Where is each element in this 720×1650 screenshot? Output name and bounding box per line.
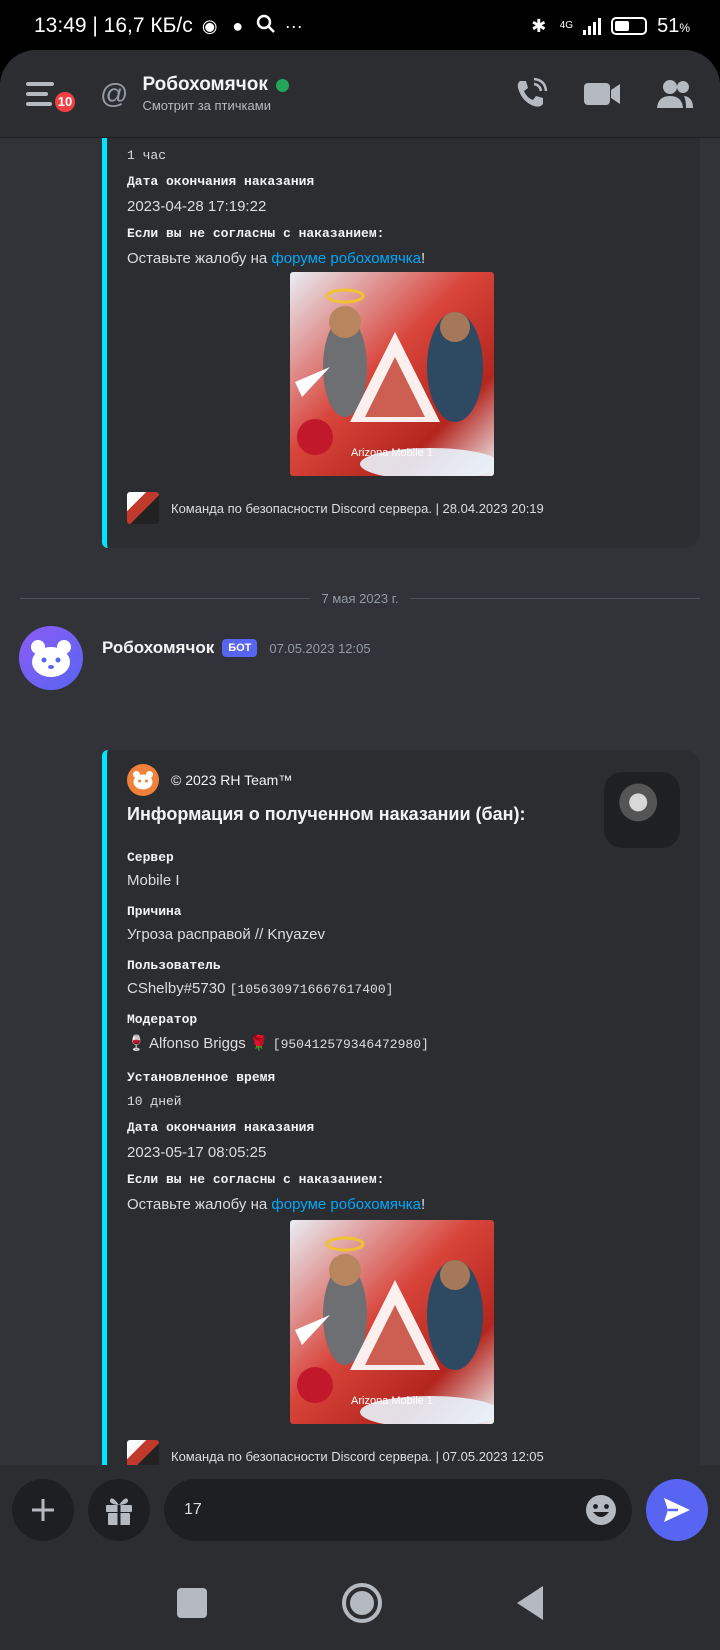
add-button[interactable] — [12, 1479, 74, 1541]
embed-author: © 2023 RH Team™ — [127, 764, 292, 796]
message-header: Робохомячок БОТ 07.05.2023 12:05 — [102, 638, 371, 658]
reason-value: Угроза расправой // Knyazev — [127, 926, 325, 943]
gift-button[interactable] — [88, 1479, 150, 1541]
date-divider: 7 мая 2023 г. — [20, 588, 700, 608]
user-name: CShelby#5730 — [127, 980, 226, 997]
channel-subtitle: Смотрит за птичками — [142, 98, 271, 113]
bluetooth-icon: ✱ — [531, 15, 547, 36]
user-value: CShelby#5730 [1056309716667617400] — [127, 980, 393, 997]
bot-tag: БОТ — [222, 639, 258, 657]
channel-name: Робохомячок — [142, 74, 268, 95]
status-bar-left: 13:49 | 16,7 КБ/с ◉ ● ··· — [34, 14, 305, 39]
forum-link[interactable]: форуме робохомячка — [271, 250, 421, 267]
time-speed: 13:49 | 16,7 КБ/с — [34, 14, 193, 37]
end-date-value: 2023-04-28 17:19:22 — [127, 198, 267, 215]
hamster-icon — [127, 764, 159, 796]
embed-author-name: © 2023 RH Team™ — [171, 772, 293, 788]
server-value: Mobile I — [127, 872, 180, 889]
status-bar-right: ✱ 4G 51% — [528, 15, 690, 38]
message-composer: 17 — [0, 1465, 720, 1555]
appeal-text: Оставьте жалобу на форуме робохомячка! — [127, 250, 426, 267]
user-label: Пользователь — [127, 958, 221, 973]
header-actions — [512, 76, 694, 112]
hamster-icon — [31, 640, 71, 677]
battery-percent: 51% — [657, 14, 690, 37]
moderator-name: Alfonso Briggs — [149, 1035, 246, 1052]
status-bar: 13:49 | 16,7 КБ/с ◉ ● ··· ✱ 4G 51% — [0, 0, 720, 52]
reason-label: Причина — [127, 904, 182, 919]
moderator-value: 🍷 Alfonso Briggs 🌹 [950412579346472980] — [127, 1034, 429, 1052]
punishment-embed-2: © 2023 RH Team™ Информация о полученном … — [102, 750, 700, 1502]
time-value: 10 дней — [127, 1094, 182, 1109]
moderator-label: Модератор — [127, 1012, 198, 1027]
search-icon — [255, 14, 277, 39]
unread-badge: 10 — [52, 88, 78, 115]
channel-title: Робохомячок — [142, 74, 289, 96]
end-date-label: Дата окончания наказания — [127, 174, 315, 189]
network-type: 4G — [559, 20, 574, 31]
date-divider-text: 7 мая 2023 г. — [321, 590, 399, 606]
channel-info[interactable]: Робохомячок Смотрит за птичками — [142, 74, 289, 113]
time-label: Установленное время — [127, 1070, 276, 1085]
send-icon — [664, 1498, 690, 1522]
duration-value: 1 час — [127, 148, 167, 163]
appeal-text: Оставьте жалобу на форуме робохомячка! — [127, 1196, 426, 1213]
back-icon[interactable] — [516, 1585, 543, 1620]
at-icon: @ — [100, 77, 129, 109]
embed-image[interactable]: Arizona Mobile 1 — [290, 272, 494, 476]
footer-text: Команда по безопасности Discord сервера.… — [171, 1448, 544, 1464]
forum-link[interactable]: форуме робохомячка — [271, 1196, 421, 1213]
footer-thumbnail — [127, 492, 159, 524]
game-controller-icon: ◉ — [201, 15, 218, 36]
home-icon[interactable] — [341, 1582, 382, 1623]
moderator-id: [950412579346472980] — [272, 1037, 429, 1052]
message-author[interactable]: Робохомячок — [102, 638, 214, 658]
message-input[interactable]: 17 — [164, 1479, 632, 1541]
appeal-label: Если вы не согласны с наказанием: — [127, 1172, 385, 1187]
avatar[interactable] — [19, 626, 83, 690]
battery-icon — [611, 17, 648, 35]
online-status-icon — [275, 78, 289, 92]
embed-image[interactable]: Arizona Mobile 1 — [290, 1220, 494, 1424]
image-caption: Arizona Mobile 1 — [351, 1395, 433, 1407]
emoji-icon[interactable] — [584, 1493, 618, 1527]
embed-thumbnail[interactable] — [604, 772, 680, 848]
punishment-embed-1: 1 час Дата окончания наказания 2023-04-2… — [102, 138, 700, 548]
menu-button[interactable]: 10 — [26, 69, 78, 119]
members-icon[interactable] — [656, 78, 694, 110]
more-dots-icon: ··· — [284, 15, 303, 36]
embed-footer: Команда по безопасности Discord сервера.… — [127, 492, 544, 524]
appeal-label: Если вы не согласны с наказанием: — [127, 226, 385, 241]
end-date-value: 2023-05-17 08:05:25 — [127, 1144, 267, 1161]
recents-icon[interactable] — [177, 1587, 208, 1618]
video-camera-icon[interactable] — [582, 79, 622, 109]
rose-emoji: 🌹 — [249, 1035, 269, 1052]
plus-icon — [32, 1499, 54, 1521]
system-nav-bar — [0, 1555, 720, 1650]
embed-title: Информация о полученном наказании (бан): — [127, 804, 526, 824]
gift-icon — [106, 1498, 132, 1525]
footer-text: Команда по безопасности Discord сервера.… — [171, 500, 544, 516]
app-window: 10 @ Робохомячок Смотрит за птичками 1 ч… — [0, 50, 720, 1650]
phone-icon[interactable] — [512, 76, 548, 112]
send-button[interactable] — [646, 1479, 708, 1541]
chat-bubble-icon: ● — [232, 15, 244, 36]
signal-icon — [583, 17, 602, 35]
message-input-text[interactable]: 17 — [184, 1501, 584, 1519]
message-timestamp: 07.05.2023 12:05 — [269, 640, 371, 656]
end-date-label: Дата окончания наказания — [127, 1120, 315, 1135]
message-list[interactable]: 1 час Дата окончания наказания 2023-04-2… — [0, 138, 720, 1515]
channel-header: 10 @ Робохомячок Смотрит за птичками — [0, 50, 720, 138]
image-caption: Arizona Mobile 1 — [351, 447, 433, 459]
wine-glass-emoji: 🍷 — [127, 1035, 146, 1052]
server-label: Сервер — [127, 850, 174, 865]
user-id: [1056309716667617400] — [229, 982, 394, 997]
